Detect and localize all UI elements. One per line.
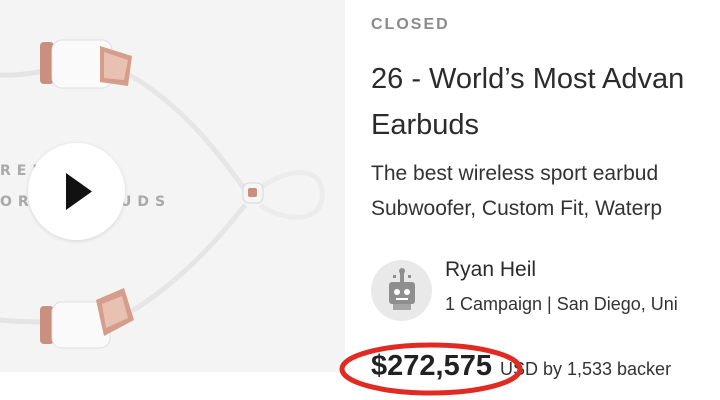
background-text: UDS	[120, 194, 172, 210]
earbud-top	[40, 39, 132, 89]
robot-avatar-icon	[389, 268, 415, 310]
funding-summary: $272,575 USD by 1,533 backer	[371, 350, 671, 383]
campaign-blurb: The best wireless sport earbud Subwoofer…	[371, 156, 720, 226]
avatar[interactable]	[371, 260, 432, 321]
play-icon	[66, 173, 92, 210]
campaign-title-line: Earbuds	[371, 109, 480, 141]
campaign-video[interactable]: REM OR UDS	[0, 0, 345, 372]
earbud-bottom	[40, 288, 134, 349]
campaign-blurb-line: The best wireless sport earbud	[371, 162, 659, 185]
backer-count: USD by 1,533 backer	[499, 359, 672, 379]
campaign-blurb-line: Subwoofer, Custom Fit, Waterp	[371, 197, 662, 220]
creator-meta: 1 Campaign | San Diego, Uni	[445, 294, 678, 314]
amount-raised: $272,575	[371, 350, 492, 382]
campaign-title-line: 26 - World’s Most Advan	[371, 63, 685, 95]
play-button[interactable]	[28, 143, 125, 240]
status-badge: CLOSED	[371, 16, 450, 33]
campaign-title[interactable]: 26 - World’s Most Advan Earbuds	[371, 56, 720, 148]
creator-name[interactable]: Ryan Heil	[445, 258, 536, 282]
